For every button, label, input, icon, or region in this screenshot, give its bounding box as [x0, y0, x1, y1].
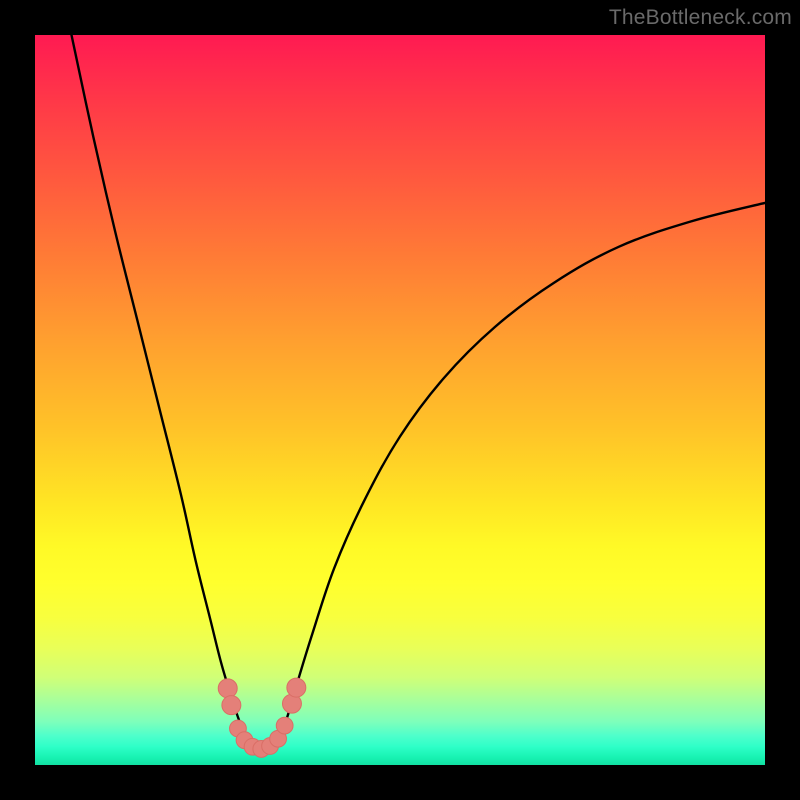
watermark-text: TheBottleneck.com: [609, 6, 792, 30]
trough-marker: [218, 679, 237, 698]
plot-area: [35, 35, 765, 765]
chart-frame: TheBottleneck.com: [0, 0, 800, 800]
trough-markers: [218, 678, 306, 757]
trough-marker: [276, 717, 293, 734]
trough-marker: [287, 678, 306, 697]
curve-svg: [35, 35, 765, 765]
trough-marker: [222, 696, 241, 715]
bottleneck-curve: [72, 35, 766, 750]
